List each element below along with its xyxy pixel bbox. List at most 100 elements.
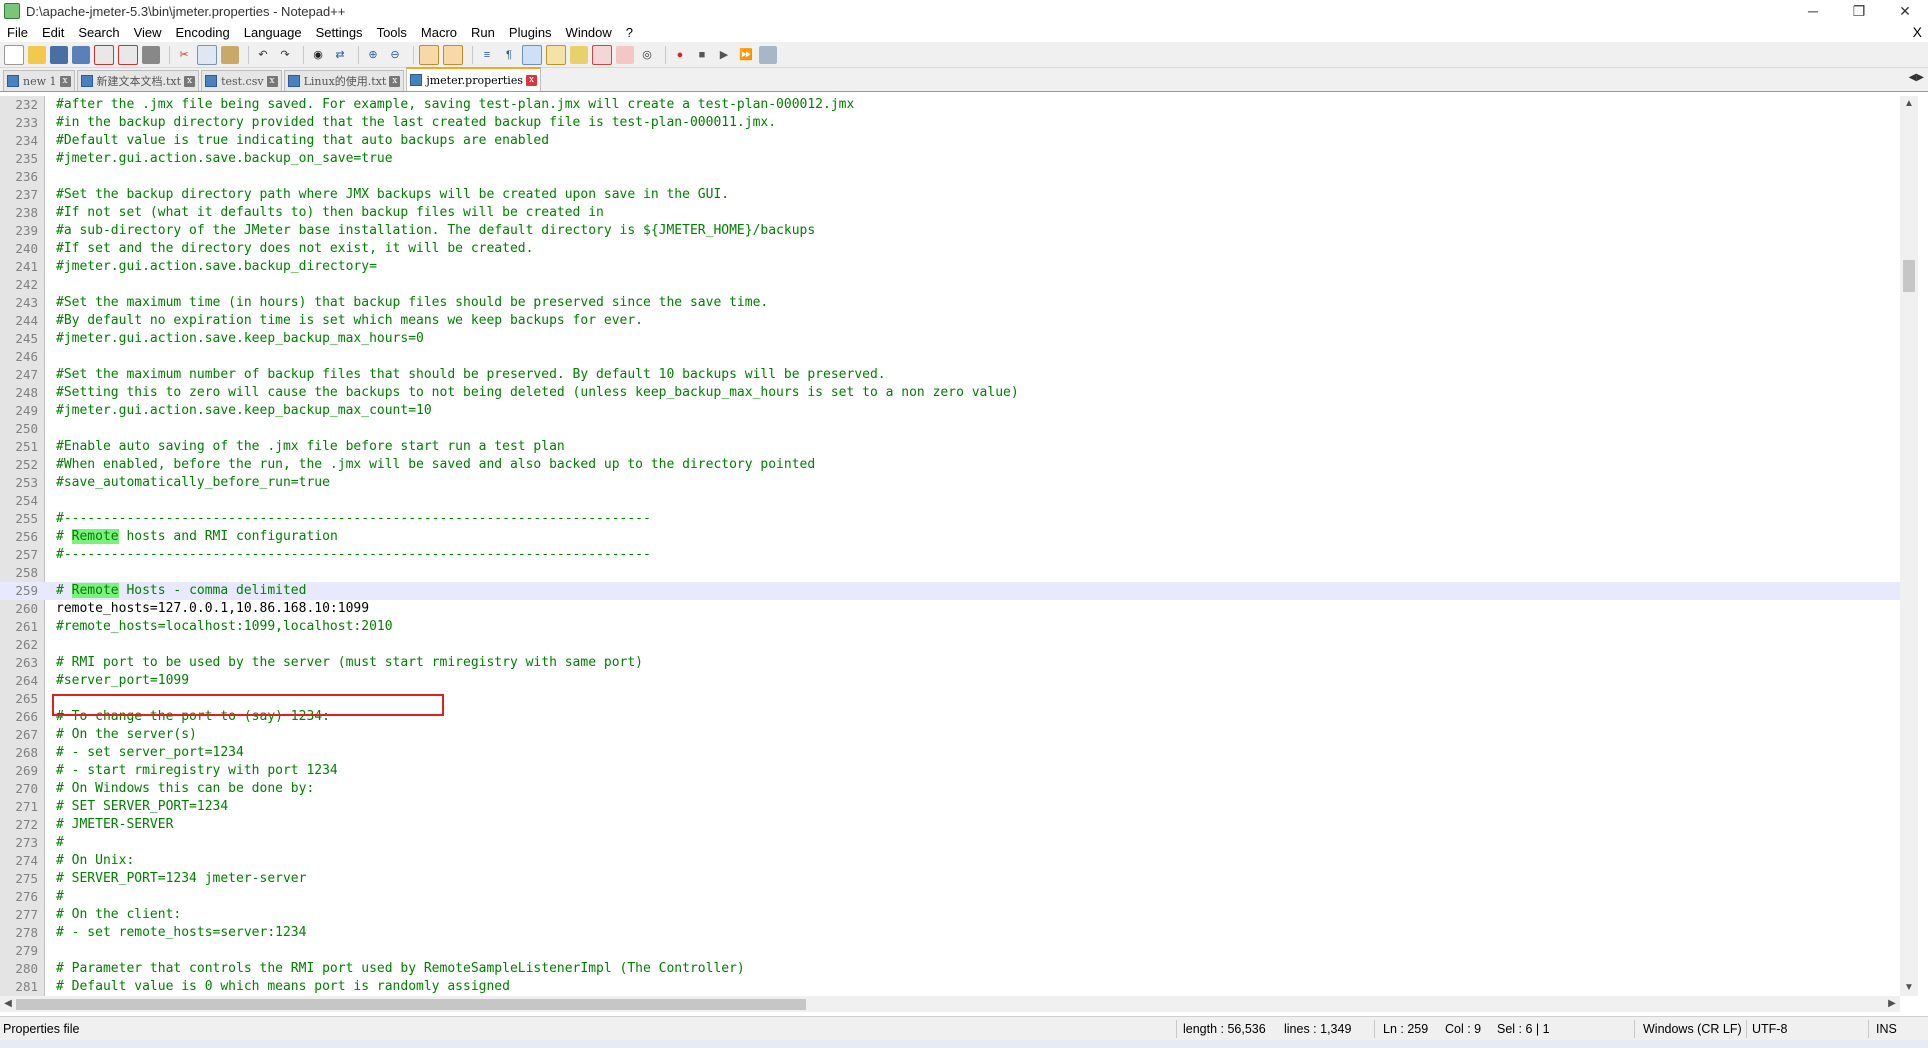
record-macro-icon[interactable]: ● — [671, 46, 689, 64]
save-icon[interactable] — [50, 45, 68, 64]
code-line[interactable]: 257 #------------------------------------… — [0, 546, 1900, 564]
horizontal-scrollbar[interactable]: ◀ ▶ — [0, 996, 1900, 1012]
code-line[interactable]: 267 # On the server(s) — [0, 726, 1900, 744]
code-line[interactable]: 248 #Setting this to zero will cause the … — [0, 384, 1900, 402]
code-line[interactable]: 280 # Parameter that controls the RMI por… — [0, 960, 1900, 978]
replace-icon[interactable]: ⇄ — [331, 46, 349, 64]
code-line[interactable]: 264 #server_port=1099 — [0, 672, 1900, 690]
tab-jmeter-properties[interactable]: jmeter.properties x — [406, 67, 541, 91]
tab-linux-usage[interactable]: Linux的使用.txt x — [283, 70, 405, 91]
menu-view[interactable]: View — [127, 25, 169, 40]
code-line[interactable]: 272 # JMETER-SERVER — [0, 816, 1900, 834]
code-line[interactable]: 233 #in the backup directory provided tha… — [0, 114, 1900, 132]
code-line[interactable]: 254 — [0, 492, 1900, 510]
menu-run[interactable]: Run — [464, 25, 502, 40]
code-line[interactable]: 247 #Set the maximum number of backup fil… — [0, 366, 1900, 384]
copy-icon[interactable] — [197, 44, 217, 65]
show-all-characters-icon[interactable]: ¶ — [500, 46, 518, 64]
editor-area[interactable]: 232 #after the .jmx file being saved. For… — [0, 96, 1900, 996]
zoom-in-icon[interactable]: ⊕ — [364, 46, 382, 64]
code-line[interactable]: 250 — [0, 420, 1900, 438]
scroll-left-icon[interactable]: ◀ — [0, 996, 16, 1012]
code-line[interactable]: 278 # - set remote_hosts=server:1234 — [0, 924, 1900, 942]
menu-tools[interactable]: Tools — [370, 25, 414, 40]
run-macro-multiple-icon[interactable]: ⏩ — [737, 46, 755, 64]
save-all-icon[interactable] — [72, 45, 90, 64]
code-line[interactable]: 256 # Remote hosts and RMI configuration — [0, 528, 1900, 546]
close-tab-icon[interactable]: x — [184, 75, 196, 87]
code-line[interactable]: 249 #jmeter.gui.action.save.keep_backup_m… — [0, 402, 1900, 420]
play-macro-icon[interactable]: ▶ — [715, 46, 733, 64]
redo-icon[interactable]: ↷ — [276, 46, 294, 64]
close-all-icon[interactable] — [118, 44, 138, 65]
code-line[interactable]: 260 remote_hosts=127.0.0.1,10.86.168.10:1… — [0, 600, 1900, 618]
status-insert-mode[interactable]: INS — [1876, 1017, 1897, 1041]
menu-plugins[interactable]: Plugins — [502, 25, 559, 40]
code-line[interactable]: 275 # SERVER_PORT=1234 jmeter-server — [0, 870, 1900, 888]
code-line[interactable]: 255 #------------------------------------… — [0, 510, 1900, 528]
code-line[interactable]: 242 — [0, 276, 1900, 294]
code-line[interactable]: 234 #Default value is true indicating tha… — [0, 132, 1900, 150]
code-line[interactable]: 238 #If not set (what it defaults to) the… — [0, 204, 1900, 222]
tab-test-csv[interactable]: test.csv x — [201, 70, 282, 91]
code-line[interactable]: 273 # — [0, 834, 1900, 852]
code-line[interactable]: 240 #If set and the directory does not ex… — [0, 240, 1900, 258]
status-encoding[interactable]: UTF-8 — [1752, 1017, 1787, 1041]
sync-vertical-icon[interactable] — [419, 44, 439, 65]
code-line[interactable]: 244 #By default no expiration time is set… — [0, 312, 1900, 330]
code-line[interactable]: 271 # SET SERVER_PORT=1234 — [0, 798, 1900, 816]
find-icon[interactable]: ◉ — [309, 46, 327, 64]
code-line[interactable]: 252 #When enabled, before the run, the .j… — [0, 456, 1900, 474]
function-list-icon[interactable] — [592, 44, 612, 65]
code-line[interactable]: 268 # - set server_port=1234 — [0, 744, 1900, 762]
scroll-down-icon[interactable]: ▼ — [1900, 980, 1918, 996]
code-line[interactable]: 269 # - start rmiregistry with port 1234 — [0, 762, 1900, 780]
close-tab-icon[interactable]: x — [59, 75, 71, 87]
status-eol-format[interactable]: Windows (CR LF) — [1643, 1017, 1742, 1041]
code-line[interactable]: 258 — [0, 564, 1900, 582]
stop-macro-icon[interactable]: ■ — [693, 46, 711, 64]
sync-horizontal-icon[interactable] — [443, 44, 463, 65]
close-tab-icon[interactable]: x — [525, 74, 537, 86]
close-document-button[interactable]: X — [1913, 22, 1922, 42]
print-icon[interactable] — [142, 45, 160, 64]
vertical-scroll-thumb[interactable] — [1903, 260, 1915, 292]
cut-icon[interactable]: ✂ — [175, 46, 193, 64]
code-line[interactable]: 232 #after the .jmx file being saved. For… — [0, 96, 1900, 114]
restore-button[interactable]: ❐ — [1836, 0, 1882, 22]
word-wrap-icon[interactable]: ≡ — [478, 46, 496, 64]
code-line[interactable]: 261 #remote_hosts=localhost:1099,localhos… — [0, 618, 1900, 636]
vertical-scrollbar[interactable]: ▲ ▼ — [1900, 96, 1918, 996]
menu-file[interactable]: File — [0, 25, 35, 40]
monitoring-icon[interactable]: ◎ — [638, 46, 656, 64]
menu-search[interactable]: Search — [71, 25, 126, 40]
code-line[interactable]: 270 # On Windows this can be done by: — [0, 780, 1900, 798]
indent-guide-icon[interactable] — [522, 44, 542, 65]
code-line[interactable]: 237 #Set the backup directory path where … — [0, 186, 1900, 204]
code-line[interactable]: 276 # — [0, 888, 1900, 906]
close-window-button[interactable]: ✕ — [1882, 0, 1928, 22]
menu-help[interactable]: ? — [619, 25, 640, 40]
code-line[interactable]: 236 — [0, 168, 1900, 186]
scroll-up-icon[interactable]: ▲ — [1900, 96, 1918, 112]
tab-scroll-arrows-icon[interactable]: ◀▶ — [1909, 72, 1924, 83]
code-line[interactable]: 239 #a sub-directory of the JMeter base i… — [0, 222, 1900, 240]
menu-macro[interactable]: Macro — [414, 25, 464, 40]
menu-settings[interactable]: Settings — [309, 25, 370, 40]
menu-language[interactable]: Language — [237, 25, 309, 40]
document-map-icon[interactable] — [570, 45, 588, 64]
close-file-icon[interactable] — [94, 44, 114, 65]
horizontal-scroll-thumb[interactable] — [16, 999, 806, 1010]
code-line[interactable]: 243 #Set the maximum time (in hours) that… — [0, 294, 1900, 312]
code-line[interactable]: 245 #jmeter.gui.action.save.keep_backup_m… — [0, 330, 1900, 348]
menu-encoding[interactable]: Encoding — [169, 25, 237, 40]
undo-icon[interactable]: ↶ — [254, 46, 272, 64]
code-line[interactable]: 235 #jmeter.gui.action.save.backup_on_sav… — [0, 150, 1900, 168]
scroll-right-icon[interactable]: ▶ — [1884, 996, 1900, 1012]
code-line[interactable]: 279 — [0, 942, 1900, 960]
code-line[interactable]: 246 — [0, 348, 1900, 366]
code-line[interactable]: 253 #save_automatically_before_run=true — [0, 474, 1900, 492]
menu-window[interactable]: Window — [559, 25, 619, 40]
code-line[interactable]: 241 #jmeter.gui.action.save.backup_direct… — [0, 258, 1900, 276]
open-file-icon[interactable] — [28, 45, 46, 64]
